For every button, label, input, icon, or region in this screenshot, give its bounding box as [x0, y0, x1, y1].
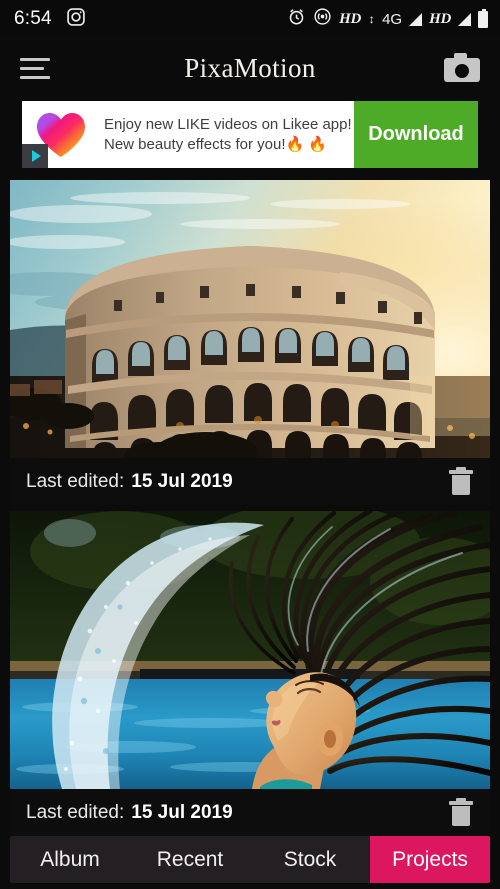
status-clock: 6:54: [14, 8, 52, 29]
hd-indicator-1: HD: [339, 10, 362, 27]
hamburger-menu-icon[interactable]: [18, 52, 52, 85]
status-bar: 6:54 HD ↕ 4G HD: [0, 0, 500, 38]
list-item: Last edited: 15 Jul 2019: [10, 511, 490, 836]
ad-text-block: Enjoy new LIKE videos on Likee app! New …: [100, 101, 354, 168]
app-bar: PixaMotion: [0, 38, 500, 98]
projects-list: Last edited: 15 Jul 2019 Last edited: 15…: [0, 180, 500, 889]
battery-icon: [478, 8, 488, 28]
project-footer: Last edited: 15 Jul 2019: [10, 458, 490, 505]
trash-icon[interactable]: [448, 797, 474, 828]
network-type-label: 4G: [382, 10, 403, 28]
status-bar-right: HD ↕ 4G HD: [287, 7, 488, 31]
project-thumbnail-pool[interactable]: [10, 511, 490, 789]
app-root: 6:54 HD ↕ 4G HD PixaMotion Enjoy new LIK…: [0, 0, 500, 889]
ad-banner[interactable]: Enjoy new LIKE videos on Likee app! New …: [22, 101, 478, 168]
alarm-icon: [287, 7, 306, 31]
data-transfer-icon: ↕: [368, 12, 375, 26]
last-edited-date: 15 Jul 2019: [131, 470, 233, 492]
list-item: Last edited: 15 Jul 2019: [10, 180, 490, 505]
tab-stock[interactable]: Stock: [250, 836, 370, 883]
tab-projects[interactable]: Projects: [370, 836, 490, 883]
ad-download-button[interactable]: Download: [354, 101, 478, 168]
adchoices-play-icon[interactable]: [22, 144, 48, 168]
hotspot-icon: [313, 7, 332, 31]
bottom-nav-tabs: Album Recent Stock Projects: [10, 836, 490, 883]
bottom-navigation-bar: Album Recent Stock Projects: [0, 836, 500, 889]
last-edited-date: 15 Jul 2019: [131, 801, 233, 823]
ad-headline-line-2: New beauty effects for you!🔥 🔥: [104, 135, 328, 153]
project-thumbnail-colosseum[interactable]: [10, 180, 490, 458]
ad-headline-line-1: Enjoy new LIKE videos on Likee app!: [104, 115, 352, 133]
tab-recent[interactable]: Recent: [130, 836, 250, 883]
status-bar-left: 6:54: [14, 7, 86, 32]
last-edited-label: Last edited:: [26, 801, 125, 823]
project-footer: Last edited: 15 Jul 2019: [10, 789, 490, 836]
signal-bars-icon-2: [458, 12, 471, 26]
camera-icon[interactable]: [442, 53, 482, 83]
hd-indicator-2: HD: [429, 10, 451, 27]
page-title: PixaMotion: [184, 52, 316, 83]
signal-bars-icon-1: [409, 12, 423, 26]
last-edited-label: Last edited:: [26, 470, 125, 492]
likee-heart-logo: [22, 101, 100, 168]
instagram-icon: [66, 7, 86, 32]
trash-icon[interactable]: [448, 466, 474, 497]
tab-album[interactable]: Album: [10, 836, 130, 883]
